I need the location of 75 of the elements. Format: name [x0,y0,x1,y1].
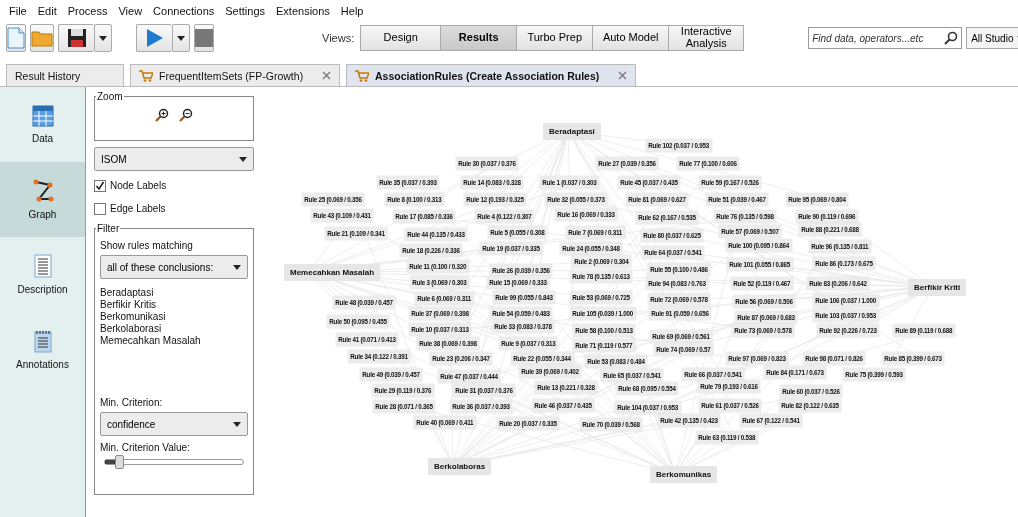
checkbox-label: Edge Labels [110,203,166,214]
caret-icon [177,35,185,41]
menu-item[interactable]: View [118,5,143,17]
checkbox[interactable] [94,179,106,192]
menu-item[interactable]: Extensions [276,5,330,17]
view-tab[interactable]: Results [441,26,518,50]
filter-label: Show rules matching [100,240,194,251]
side-nav-item[interactable]: Data [0,87,85,162]
item-node[interactable]: Beradaptasi [543,123,601,140]
conclusion-item[interactable]: Berkolaborasi [100,323,248,334]
document-icon [7,27,25,49]
match-dropdown[interactable]: all of these conclusions: [100,255,248,279]
slider-thumb[interactable] [114,455,124,469]
caret-icon [233,264,241,270]
save-button[interactable] [58,24,94,52]
conclusion-item[interactable]: Berfikir Kritis [100,299,248,310]
zoom-out-icon[interactable] [179,108,193,122]
conclusion-item[interactable]: Beradaptasi [100,287,248,298]
conclusion-item[interactable]: Memecahkan Masalah [100,335,248,346]
side-nav-item[interactable]: Annotations [0,312,85,387]
menu-item[interactable]: File [9,5,27,17]
view-tab[interactable]: Auto Model [593,26,670,50]
menu-item[interactable]: Help [340,5,364,17]
folder-icon [31,29,53,47]
tab-label: Result History [15,69,81,82]
close-icon[interactable] [322,71,331,80]
notes-icon [33,329,52,353]
cart-icon [139,69,153,82]
checkbox[interactable] [94,202,106,215]
side-nav-item[interactable]: Description [0,237,85,312]
criterion-label: Min. Criterion: [100,397,164,408]
save-options-button[interactable] [94,24,112,52]
menu-item[interactable]: Process [67,5,108,17]
view-tab[interactable]: Design [361,26,442,50]
item-node[interactable]: Berfikir Kriti [908,279,967,296]
cart-icon [355,69,369,82]
stop-icon [195,29,213,47]
document-icon [33,254,52,278]
run-options-button[interactable] [172,24,190,52]
tab-label: AssociationRules (Create Association Rules) [375,69,600,82]
group-title: Zoom [96,91,124,102]
open-folder-button[interactable] [30,24,54,52]
item-node[interactable]: Berkolaboras [428,458,492,475]
result-tab[interactable]: Result History [6,64,124,86]
menu-item[interactable]: Edit [37,5,57,17]
perspective-dropdown[interactable]: All Studio [966,27,1018,49]
view-tab[interactable]: Turbo Prep [517,26,594,50]
views-label: Views: [322,32,355,44]
table-icon [31,105,54,127]
criterion-value-label: Min. Criterion Value: [100,442,191,453]
menu-item[interactable]: Connections [153,5,215,17]
search-icon [944,31,959,45]
caret-icon [239,156,247,162]
conclusion-item[interactable]: Berkomunikasi [100,311,248,322]
close-icon[interactable] [618,71,627,80]
caret-icon [233,421,241,427]
search-field[interactable]: Find data, operators...etc [808,27,963,49]
run-button[interactable] [136,24,172,52]
play-icon [145,28,164,48]
menu-item[interactable]: Settings [225,5,265,17]
zoom-in-icon[interactable] [155,108,169,122]
checkbox-label: Node Labels [110,180,167,191]
result-tab[interactable]: AssociationRules (Create Association Rules) [346,64,636,86]
view-tab[interactable]: Interactive Analysis [669,26,744,50]
layout-dropdown[interactable]: ISOM [94,147,254,171]
side-nav-item[interactable]: Graph [0,162,85,237]
caret-icon [99,35,107,41]
stop-button[interactable] [194,24,214,52]
tab-label: FrequentItemSets (FP-Growth) [159,69,304,82]
result-tab[interactable]: FrequentItemSets (FP-Growth) [130,64,340,86]
save-icon [66,28,87,48]
item-node[interactable]: Memecahkan Masalah [284,264,381,281]
group-title: Filter [96,223,121,234]
criterion-dropdown[interactable]: confidence [100,412,248,436]
item-node[interactable]: Berkomunikas [650,466,718,483]
